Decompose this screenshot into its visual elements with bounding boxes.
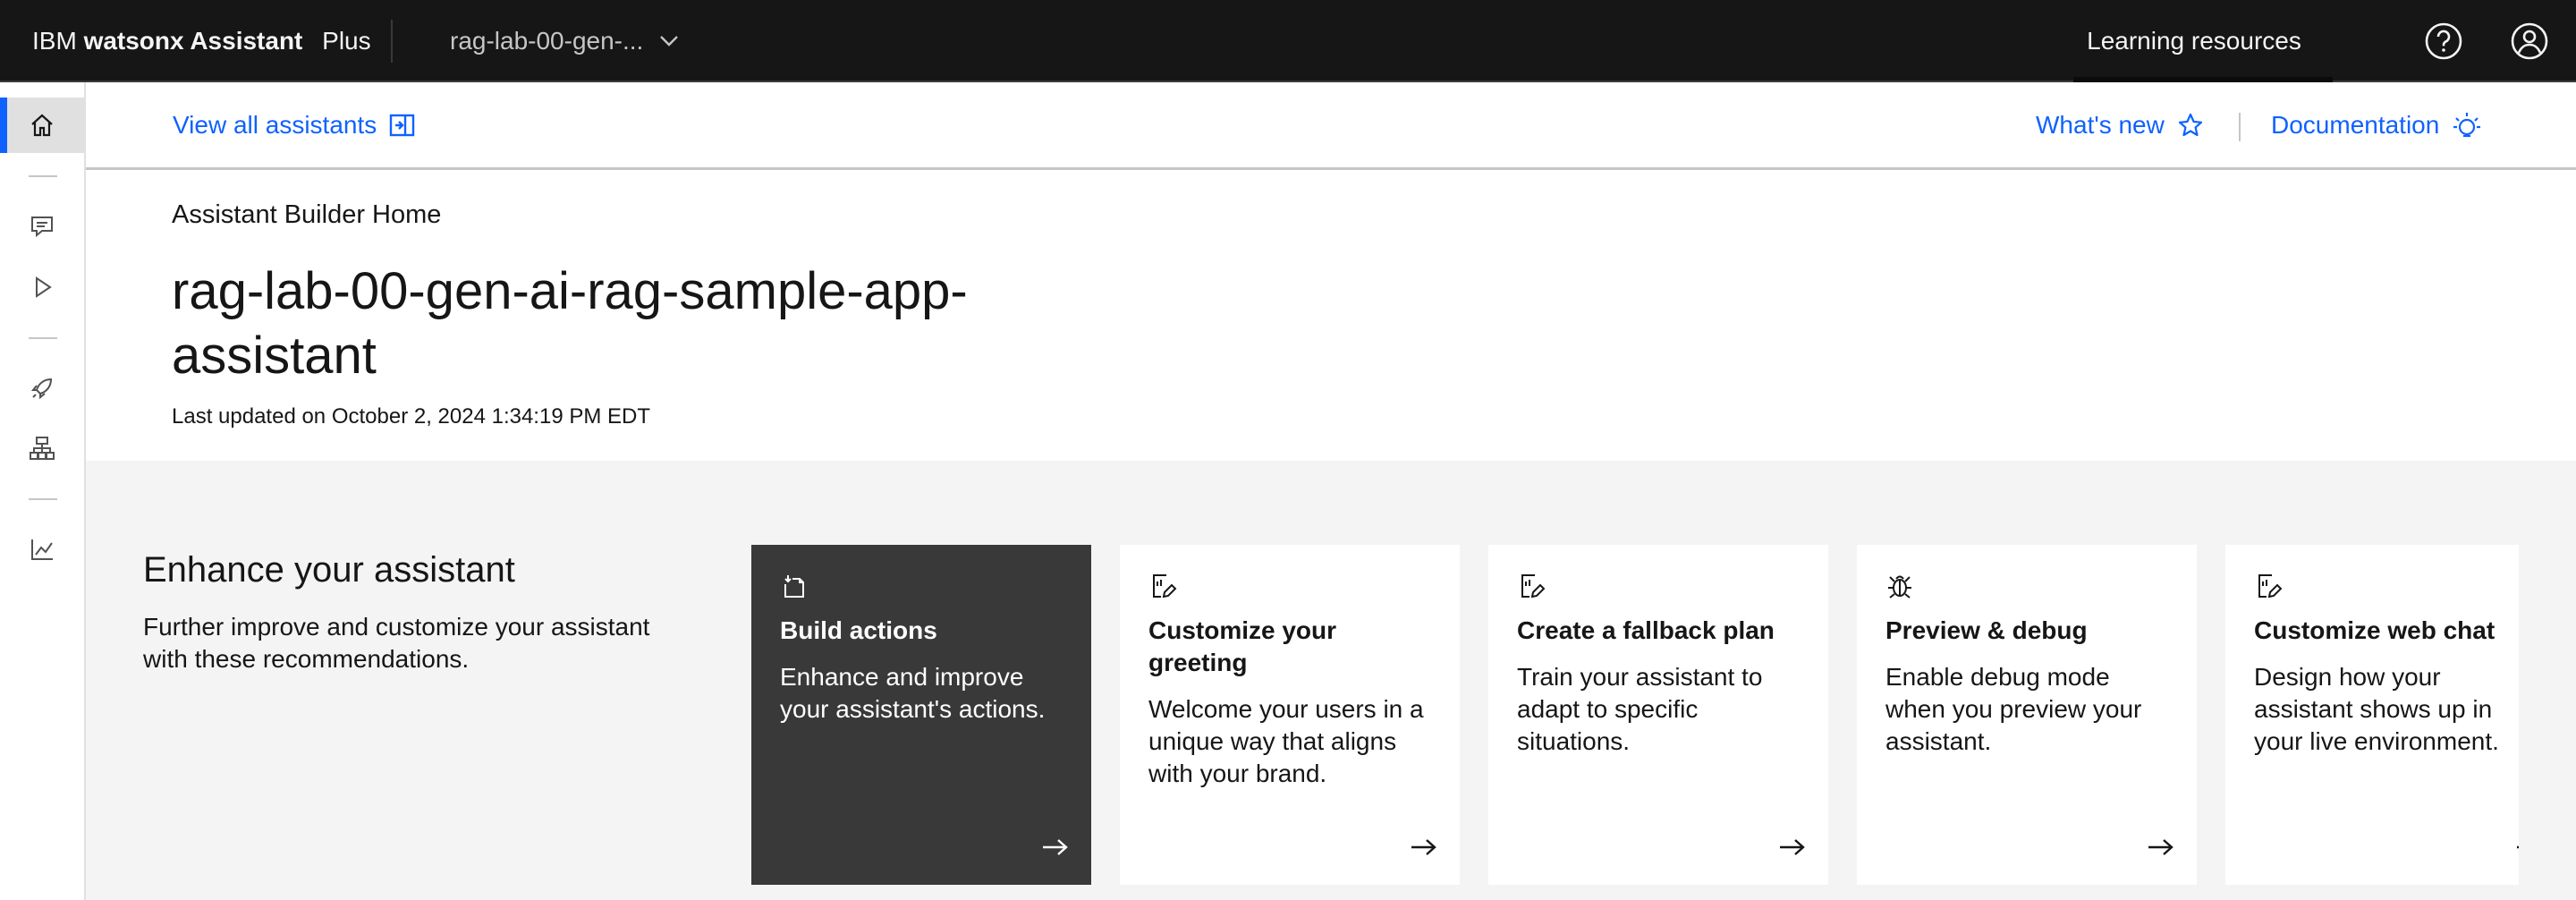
brand-prefix: IBM (32, 27, 77, 55)
card-description: Design how your assistant shows up in yo… (2254, 663, 2499, 755)
page-breadcrumb: Assistant Builder Home (172, 200, 442, 229)
side-nav (0, 82, 86, 900)
arrow-right-icon (1043, 839, 1068, 855)
page-title: rag-lab-00-gen-ai-rag-sample-app-assista… (172, 262, 968, 385)
card-customize-web-chat[interactable]: Customize web chat Design how your assis… (2225, 545, 2565, 885)
edit-document-icon (1153, 574, 1177, 599)
documentation-label: Documentation (2271, 111, 2440, 139)
flow-icon (30, 437, 55, 460)
analytics-icon (31, 539, 53, 560)
card-title: Preview & debug (1885, 616, 2088, 644)
nav-divider (29, 498, 57, 500)
card-description: Welcome your users in a unique way that … (1148, 695, 1424, 787)
nav-conversations[interactable] (0, 199, 84, 254)
nav-preview[interactable] (0, 259, 84, 315)
arrow-right-icon (2148, 839, 2174, 855)
star-icon (2178, 113, 2202, 137)
home-icon (31, 114, 53, 137)
card-title: Customize web chat (2254, 616, 2496, 644)
last-updated-timestamp: Last updated on October 2, 2024 1:34:19 … (172, 404, 651, 429)
card-title: Customize your greeting (1148, 616, 1337, 676)
view-all-assistants-label: View all assistants (173, 111, 377, 139)
nav-analyze[interactable] (0, 522, 84, 577)
sub-header: View all assistants What's new Documenta… (86, 82, 2576, 170)
card-title: Build actions (780, 616, 937, 644)
card-preview-debug[interactable]: Preview & debug Enable debug mode when y… (1857, 545, 2197, 885)
help-icon (2425, 22, 2462, 60)
card-fallback-plan[interactable]: Create a fallback plan Train your assist… (1488, 545, 1828, 885)
header-divider (391, 20, 393, 63)
nav-publish[interactable] (0, 361, 84, 416)
enhance-title: Enhance your assistant (143, 550, 515, 590)
nav-divider (29, 175, 57, 177)
top-header: IBM watsonx Assistant Plus rag-lab-00-ge… (0, 0, 2576, 82)
assistant-switcher-label: rag-lab-00-gen-... (450, 27, 644, 55)
assistant-switcher[interactable]: rag-lab-00-gen-... (450, 0, 679, 82)
debug-icon (1888, 575, 1911, 599)
card-description: Enable debug mode when you preview your … (1885, 663, 2142, 755)
whats-new-label: What's new (2036, 111, 2165, 139)
product-name[interactable]: IBM watsonx Assistant Plus (32, 0, 371, 82)
carousel-edge (2519, 461, 2576, 900)
view-all-assistants-link[interactable]: View all assistants (173, 82, 416, 168)
card-build-actions[interactable]: Build actions Enhance and improve your a… (751, 545, 1091, 885)
card-description: Enhance and improve your assistant's act… (780, 663, 1046, 723)
plan-label: Plus (322, 27, 371, 55)
subheader-divider (2239, 113, 2241, 141)
nav-home[interactable] (0, 98, 84, 153)
help-button[interactable] (2422, 20, 2465, 63)
launch-icon (390, 114, 415, 137)
card-description: Train your assistant to adapt to specifi… (1517, 663, 1763, 755)
user-avatar-icon (2511, 22, 2548, 60)
learning-resources-link[interactable]: Learning resources (2057, 0, 2331, 82)
nav-environments[interactable] (0, 420, 84, 476)
rocket-icon (30, 378, 53, 400)
lightbulb-icon (2453, 113, 2481, 138)
brand-name: watsonx Assistant (83, 27, 303, 55)
arrow-right-icon (1411, 839, 1436, 855)
enhance-description: Further improve and customize your assis… (143, 613, 650, 673)
chat-icon (31, 217, 53, 238)
play-icon (36, 276, 52, 298)
edit-document-icon (2258, 574, 2283, 599)
documentation-link[interactable]: Documentation (2271, 82, 2482, 168)
chevron-down-icon (660, 36, 679, 47)
build-actions-icon (784, 575, 804, 598)
card-customize-greeting[interactable]: Customize your greeting Welcome your use… (1120, 545, 1460, 885)
card-title: Create a fallback plan (1517, 616, 1775, 644)
enhance-section: Enhance your assistant Further improve a… (86, 461, 2576, 900)
nav-divider (29, 337, 57, 339)
user-profile-button[interactable] (2508, 20, 2551, 63)
arrow-right-icon (1780, 839, 1805, 855)
whats-new-link[interactable]: What's new (2036, 82, 2204, 168)
edit-document-icon (1521, 574, 1546, 599)
